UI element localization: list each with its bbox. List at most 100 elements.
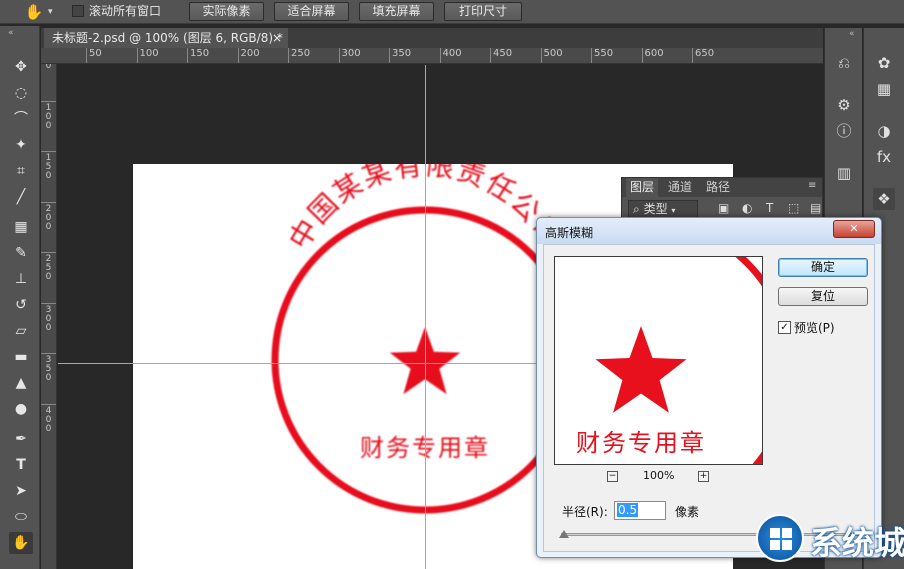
ruler-label: 400	[442, 48, 462, 59]
info-panel-icon[interactable]: ⓘ	[833, 120, 855, 142]
path-selection-tool-icon[interactable]: ➤	[9, 480, 33, 502]
actual-pixels-button[interactable]: 实际像素	[189, 2, 264, 21]
filter-type-label: 类型	[643, 202, 668, 216]
adjustments-panel-icon[interactable]: ◑	[873, 120, 895, 142]
ruler-tick	[591, 48, 592, 63]
chevron-down-icon: ▾	[671, 206, 676, 215]
fit-screen-button[interactable]: 适合屏幕	[274, 2, 349, 21]
preview-label: 预览(P)	[794, 321, 835, 335]
tool-preset-dropdown-icon[interactable]: ▾	[48, 3, 53, 21]
brush-panel-icon[interactable]: ▥	[833, 162, 855, 184]
zoom-out-button[interactable]: −	[607, 471, 618, 482]
vertical-guide[interactable]	[425, 65, 426, 569]
collapse-icon[interactable]: «	[8, 28, 14, 38]
fill-screen-button[interactable]: 填充屏幕	[359, 2, 434, 21]
layer-filter-dropdown[interactable]: ⌕ 类型 ▾	[628, 200, 698, 218]
styles-panel-icon[interactable]: fx	[873, 146, 895, 168]
ruler-tick	[41, 353, 56, 354]
ruler-label: 150	[190, 48, 210, 59]
filter-adjustment-icon[interactable]: ◐	[742, 201, 752, 215]
horizontal-ruler: 50 100 150 200 250 300 350 400 450 500 550 600 650	[41, 48, 823, 64]
marquee-tool-icon[interactable]: ◌	[9, 82, 33, 104]
ruler-tick	[439, 48, 441, 63]
radius-slider-thumb[interactable]	[559, 530, 569, 538]
crop-tool-icon[interactable]: ⌗	[9, 160, 33, 182]
close-icon[interactable]: ✕	[833, 220, 875, 238]
filter-pixel-icon[interactable]: ▣	[718, 201, 729, 215]
properties-panel-icon[interactable]: ⚙	[833, 94, 855, 116]
print-size-button[interactable]: 打印尺寸	[444, 2, 522, 21]
type-tool-icon[interactable]: T	[9, 454, 33, 476]
ruler-tick	[41, 201, 56, 203]
close-tab-icon[interactable]: ×	[272, 28, 282, 48]
scroll-all-windows-checkbox[interactable]	[72, 5, 84, 17]
ruler-tick	[288, 48, 289, 63]
ruler-label: 50	[89, 48, 102, 59]
hand-tool-icon[interactable]: ✋	[24, 2, 44, 22]
clone-stamp-tool-icon[interactable]: ⊥	[9, 268, 33, 290]
lasso-tool-icon[interactable]: ⌒	[9, 108, 33, 130]
move-tool-icon[interactable]: ✥	[9, 56, 33, 78]
ruler-label: 2 5 0	[45, 254, 52, 282]
blur-tool-icon[interactable]: ▲	[9, 372, 33, 394]
tab-layers[interactable]: 图层	[626, 178, 659, 197]
layers-panel-icon[interactable]: ❖	[873, 188, 895, 210]
eraser-tool-icon[interactable]: ▱	[9, 320, 33, 342]
blur-preview[interactable]: 中国某某有限责任公司 财务专用章	[554, 256, 763, 465]
ruler-label: 3 5 0	[45, 355, 52, 383]
ruler-label: 550	[594, 48, 614, 59]
radius-input[interactable]: 0.5	[614, 501, 666, 520]
ruler-tick	[86, 48, 87, 63]
panel-menu-icon[interactable]: ≡	[808, 180, 816, 191]
ruler-label: 100	[139, 48, 159, 59]
dodge-tool-icon[interactable]: ●	[9, 398, 33, 420]
windows-logo-icon	[756, 514, 804, 562]
preview-artwork: 中国某某有限责任公司 财务专用章	[555, 257, 763, 464]
tools-panel: « ✥ ◌ ⌒ ✦ ⌗ ╱ ▦ ✎ ⊥ ↺ ▱ ▬ ▲ ● ✒ T ➤ ⬭ ✋	[0, 26, 40, 569]
pen-tool-icon[interactable]: ✒	[9, 428, 33, 450]
ruler-tick	[389, 48, 390, 63]
zoom-level: 100%	[643, 469, 675, 482]
ellipse-tool-icon[interactable]: ⬭	[9, 506, 33, 528]
color-panel-icon[interactable]: ✿	[873, 52, 895, 74]
ruler-label: 350	[392, 48, 412, 59]
ruler-label: 2 0 0	[45, 203, 52, 232]
reset-button[interactable]: 复位	[778, 287, 868, 306]
radius-unit: 像素	[675, 505, 700, 519]
watermark: 系统城	[752, 510, 904, 569]
document-tab[interactable]: 未标题-2.psd @ 100% (图层 6, RGB/8) * ×	[44, 28, 288, 48]
radius-label: 半径(R):	[562, 505, 608, 519]
zoom-in-button[interactable]: +	[698, 471, 709, 482]
ruler-tick	[540, 48, 542, 63]
history-brush-tool-icon[interactable]: ↺	[9, 294, 33, 316]
magic-wand-tool-icon[interactable]: ✦	[9, 134, 33, 156]
filter-smart-object-icon[interactable]: ▤	[810, 201, 821, 215]
ruler-tick	[41, 302, 56, 304]
history-panel-icon[interactable]: ⎌	[833, 52, 855, 74]
ruler-tick	[692, 48, 693, 63]
ruler-label: 450	[493, 48, 513, 59]
dialog-titlebar[interactable]: 高斯模糊 ✕	[537, 218, 881, 244]
vertical-ruler: 5 0 1 0 0 1 5 0 2 0 0 2 5 0 3 0 0 3 5 0 4 0 0	[41, 64, 57, 569]
watermark-text: 系统城	[810, 524, 904, 562]
swatches-panel-icon[interactable]: ▦	[873, 78, 895, 100]
tab-paths[interactable]: 路径	[706, 178, 730, 197]
preview-checkbox[interactable]: ✓	[778, 321, 791, 334]
eyedropper-tool-icon[interactable]: ╱	[9, 186, 33, 208]
preview-seal-top-text: 中国某某有限责任公司	[555, 257, 763, 264]
tab-channels[interactable]: 通道	[668, 178, 692, 197]
ruler-label: 250	[291, 48, 311, 59]
filter-search-icon: ⌕	[633, 202, 640, 216]
gradient-tool-icon[interactable]: ▬	[9, 346, 33, 368]
ruler-label: 600	[644, 48, 664, 59]
filter-type-icon[interactable]: T	[766, 201, 773, 215]
dialog-title: 高斯模糊	[545, 226, 594, 240]
ruler-label: 1 5 0	[45, 153, 52, 181]
healing-brush-tool-icon[interactable]: ▦	[9, 216, 33, 238]
expand-icon[interactable]: «	[849, 29, 855, 39]
ruler-tick	[187, 48, 188, 63]
ok-button[interactable]: 确定	[778, 258, 868, 277]
filter-shape-icon[interactable]: ⬚	[788, 201, 799, 215]
brush-tool-icon[interactable]: ✎	[9, 242, 33, 264]
hand-tool-icon[interactable]: ✋	[9, 532, 33, 554]
